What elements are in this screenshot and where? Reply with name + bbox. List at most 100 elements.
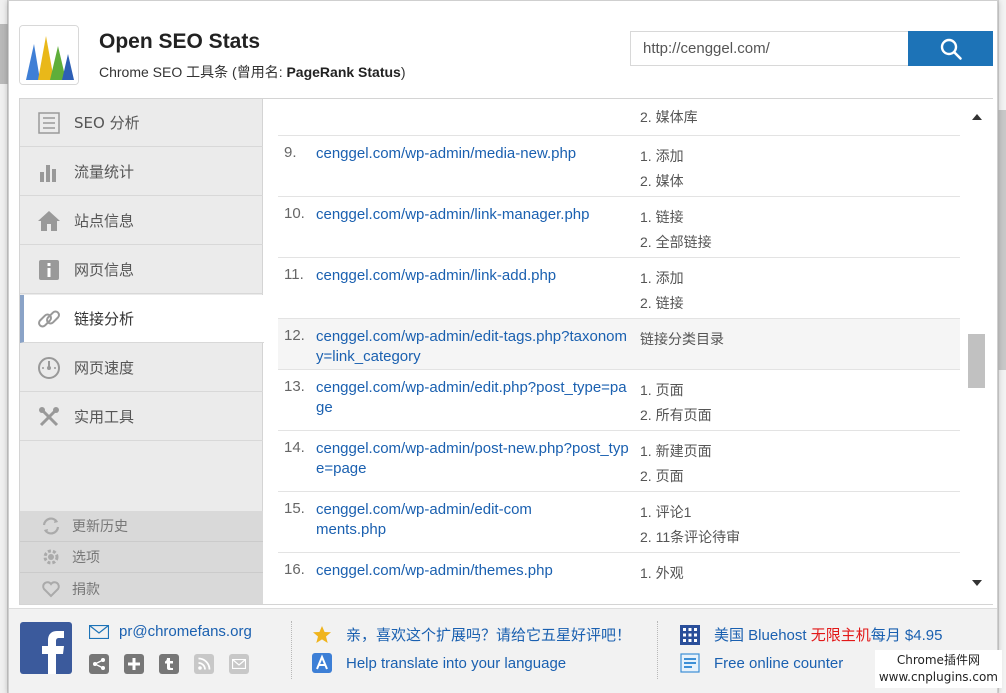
sidebar-item-label: 捐款: [72, 581, 100, 598]
translate-link[interactable]: Help translate into your language: [312, 653, 566, 673]
sidebar-item-donate[interactable]: 捐款: [20, 573, 263, 604]
sidebar-item-page-speed[interactable]: 网页速度: [20, 344, 263, 392]
rss-icon[interactable]: [194, 654, 214, 674]
search-icon: [940, 38, 962, 60]
speedometer-icon: [36, 355, 62, 381]
email-link[interactable]: pr@chromefans.org: [119, 623, 252, 640]
row-link[interactable]: cenggel.com/wp-admin/media-new.php: [316, 144, 634, 164]
row-menus: 1. 页面 2. 所有页面: [640, 382, 712, 423]
sidebar-item-link-analysis[interactable]: 链接分析: [20, 295, 264, 343]
row-number: 15.: [284, 500, 305, 517]
row-number: 16.: [284, 561, 305, 578]
refresh-icon: [40, 515, 62, 537]
row-number: 12.: [284, 327, 305, 344]
mail-share-icon[interactable]: [229, 654, 249, 674]
list-icon: [36, 110, 62, 136]
row-number: 9.: [284, 144, 297, 161]
facebook-icon[interactable]: [20, 622, 72, 674]
list-item: 14. cenggel.com/wp-admin/post-new.php?po…: [278, 431, 960, 492]
bluehost-ad-text: 美国 Bluehost 无限主机每月 $4.95: [714, 627, 943, 644]
row-menus: 1. 链接 2. 全部链接: [640, 209, 712, 250]
sidebar-item-label: 站点信息: [74, 212, 135, 230]
search-button[interactable]: [908, 31, 993, 66]
home-icon: [36, 208, 62, 234]
row-link[interactable]: cenggel.com/wp-admin/edit.php?post_type=…: [316, 378, 634, 418]
app-title: Open SEO Stats: [99, 30, 261, 53]
sidebar-item-label: SEO 分析: [74, 114, 140, 132]
tumblr-icon[interactable]: [159, 654, 179, 674]
footer-divider: [657, 621, 658, 679]
list-item: 11. cenggel.com/wp-admin/link-add.php 1.…: [278, 258, 960, 319]
translate-icon: [312, 653, 332, 673]
row-link[interactable]: cenggel.com/wp-admin/edit-tags.php?taxon…: [316, 327, 634, 367]
row-number: 13.: [284, 378, 305, 395]
rate-extension-text: 亲，喜欢这个扩展吗？请给它五星好评吧！: [346, 627, 632, 644]
share-icon[interactable]: [89, 654, 109, 674]
sidebar: SEO 分析 流量统计 站点信息 网页信息 链接分析 网页速度 实用工具 更新历…: [20, 99, 264, 604]
row-menus: 1. 新建页面 2. 页面: [640, 443, 712, 484]
sidebar-item-options[interactable]: 选项: [20, 542, 263, 573]
sidebar-item-update-history[interactable]: 更新历史: [20, 511, 263, 542]
counter-icon: [680, 653, 700, 673]
scroll-thumb[interactable]: [968, 334, 985, 388]
gear-icon: [40, 546, 62, 568]
sidebar-secondary: 更新历史 选项 捐款: [20, 511, 263, 604]
popup-header: Open SEO Stats Chrome SEO 工具条 (曾用名: Page…: [9, 1, 997, 96]
tools-icon: [36, 404, 62, 430]
bluehost-ad-link[interactable]: 美国 Bluehost 无限主机每月 $4.95: [680, 624, 942, 645]
sidebar-item-site-info[interactable]: 站点信息: [20, 197, 263, 245]
contact-email: pr@chromefans.org: [89, 623, 252, 640]
row-number: 10.: [284, 205, 305, 222]
menu-label: 2. 媒体库: [640, 109, 698, 125]
sidebar-item-label: 链接分析: [74, 310, 135, 328]
footer-divider: [291, 621, 292, 679]
sidebar-item-label: 选项: [72, 550, 100, 566]
extension-popup: Open SEO Stats Chrome SEO 工具条 (曾用名: Page…: [8, 0, 998, 693]
main-panel: SEO 分析 流量统计 站点信息 网页信息 链接分析 网页速度 实用工具 更新历…: [19, 98, 993, 605]
url-input[interactable]: http://cenggel.com/: [630, 31, 909, 66]
sidebar-item-tools[interactable]: 实用工具: [20, 393, 263, 441]
free-counter-link[interactable]: Free online counter: [680, 653, 843, 673]
grid-icon: [680, 624, 700, 645]
list-item: 16. cenggel.com/wp-admin/themes.php 1. 外…: [278, 553, 960, 604]
mail-icon: [89, 624, 109, 639]
row-link[interactable]: cenggel.com/wp-admin/link-manager.php: [316, 205, 634, 225]
row-number: 11.: [284, 266, 304, 283]
sidebar-item-traffic-stats[interactable]: 流量统计: [20, 148, 263, 196]
app-logo: [19, 25, 79, 85]
site-watermark: Chrome插件网 www.cnplugins.com: [874, 650, 1002, 688]
sidebar-item-label: 网页速度: [74, 359, 135, 377]
row-link[interactable]: cenggel.com/wp-admin/themes.php: [316, 561, 634, 581]
share-buttons: [89, 654, 264, 674]
sidebar-item-label: 流量统计: [74, 163, 135, 181]
list-item: 15. cenggel.com/wp-admin/edit-comments.p…: [278, 492, 960, 553]
scroll-up-arrow-icon[interactable]: [960, 103, 993, 131]
row-link[interactable]: cenggel.com/wp-admin/post-new.php?post_t…: [316, 439, 634, 479]
plus-icon[interactable]: [124, 654, 144, 674]
background-window-right-edge: [998, 0, 1006, 693]
list-item: 12. cenggel.com/wp-admin/edit-tags.php?t…: [278, 319, 960, 370]
row-menus: 1. 外观: [640, 565, 684, 581]
vertical-scrollbar[interactable]: [960, 99, 993, 604]
link-analysis-list: 2. 媒体库 9. cenggel.com/wp-admin/media-new…: [278, 99, 960, 604]
row-menus: 1. 添加 2. 媒体: [640, 148, 684, 189]
app-subtitle: Chrome SEO 工具条 (曾用名: PageRank Status): [99, 64, 406, 80]
sidebar-item-seo-analysis[interactable]: SEO 分析: [20, 99, 263, 147]
info-icon: [36, 257, 62, 283]
row-number: 14.: [284, 439, 305, 456]
sidebar-item-page-info[interactable]: 网页信息: [20, 246, 263, 294]
list-item: 13. cenggel.com/wp-admin/edit.php?post_t…: [278, 370, 960, 431]
sidebar-item-label: 更新历史: [72, 519, 128, 535]
row-link[interactable]: cenggel.com/wp-admin/edit-comments.php: [316, 500, 542, 540]
heart-icon: [40, 578, 62, 600]
row-menus: 1. 评论1 2. 11条评论待审: [640, 504, 741, 545]
row-menus: 链接分类目录: [640, 331, 724, 347]
row-link[interactable]: cenggel.com/wp-admin/link-add.php: [316, 266, 634, 286]
star-icon: [312, 625, 332, 645]
list-item: 9. cenggel.com/wp-admin/media-new.php 1.…: [278, 136, 960, 197]
sidebar-item-label: 实用工具: [74, 408, 135, 426]
rate-extension-link[interactable]: 亲，喜欢这个扩展吗？请给它五星好评吧！: [312, 624, 631, 645]
scroll-down-arrow-icon[interactable]: [960, 569, 993, 597]
list-item: 2. 媒体库: [278, 99, 960, 136]
background-window-left-edge: [0, 0, 8, 693]
